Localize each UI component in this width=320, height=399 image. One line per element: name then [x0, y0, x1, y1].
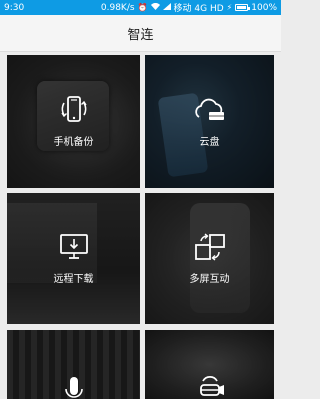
tile-label: 多屏互动: [189, 274, 230, 285]
tile-voice[interactable]: [7, 330, 140, 399]
tile-label: 云盘: [199, 137, 220, 148]
tile-label: 远程下载: [53, 274, 94, 285]
page-title: 智连: [127, 27, 154, 43]
wifi-icon: [150, 2, 160, 12]
network-speed: 0.98K/s: [100, 2, 135, 13]
vr-headset-icon: [193, 373, 227, 399]
tile-cloud-drive[interactable]: 云盘: [145, 55, 274, 188]
battery-percent: 100%: [251, 2, 277, 13]
battery-icon: [235, 4, 251, 11]
clock: 9:30: [4, 2, 25, 13]
signal-icon: [162, 3, 171, 12]
battery-fill: [237, 6, 247, 9]
remote-download-icon: [57, 232, 91, 262]
microphone-icon: [57, 373, 91, 399]
tile-phone-backup[interactable]: 手机备份: [7, 55, 140, 188]
cloud-drive-icon: [193, 95, 227, 125]
tile-label: 手机备份: [53, 137, 94, 148]
status-bar: 9:30 0.98K/s ⏰ 移动 4G HD ⚡ 100%: [0, 0, 281, 15]
tile-remote-download[interactable]: 远程下载: [7, 193, 140, 324]
alarm-icon: ⏰: [137, 3, 148, 12]
app-header: 智连: [0, 15, 281, 52]
carrier-label: 移动 4G HD: [173, 4, 224, 14]
phone-backup-icon: [57, 95, 91, 125]
multi-screen-icon: [193, 232, 227, 262]
charging-icon: ⚡: [226, 3, 233, 12]
tile-multi-screen[interactable]: 多屏互动: [145, 193, 274, 324]
tile-vr[interactable]: [145, 330, 274, 399]
